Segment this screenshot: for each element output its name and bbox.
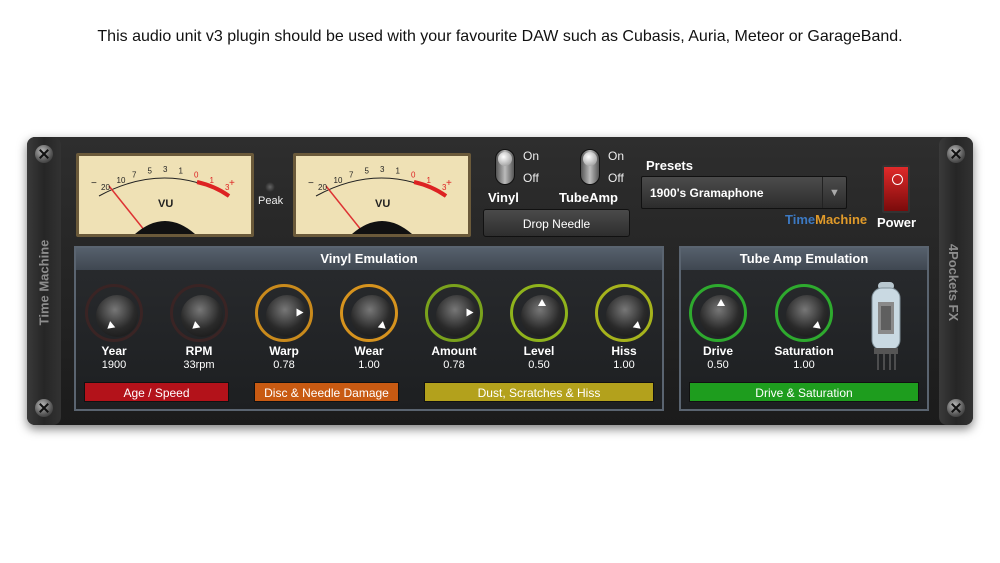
hiss-value: 1.00 (613, 359, 635, 371)
tubeamp-on-label: On (608, 149, 625, 163)
drive-saturation-group-label: Drive & Saturation (689, 382, 919, 402)
level-knob[interactable] (510, 284, 568, 342)
wear-label: Wear (354, 344, 384, 358)
power-label: Power (877, 215, 917, 230)
preset-selected-value: 1900's Gramaphone (650, 186, 764, 200)
rpm-value: 33rpm (183, 359, 215, 371)
level-value: 0.50 (528, 359, 550, 371)
vu-tick-label: 7 (349, 170, 354, 179)
plugin-panel: Time Machine 4Pockets FX 20 10 7 5 3 1 0 1 3 − +… (27, 137, 973, 425)
year-knob[interactable] (85, 284, 143, 342)
screw-icon (35, 145, 53, 163)
peak-label: Peak (258, 195, 284, 207)
vu-tick-label: 20 (318, 183, 327, 192)
vu-label: VU (375, 198, 391, 210)
tubeamp-toggle-switch[interactable] (580, 149, 600, 185)
vinyl-off-label: Off (523, 171, 539, 185)
tube-section-title: Tube Amp Emulation (681, 248, 927, 270)
left-rack-ear: Time Machine (27, 137, 61, 425)
warp-label: Warp (269, 344, 299, 358)
tubeamp-switch-label: TubeAmp (559, 190, 618, 205)
drive-knob[interactable] (689, 284, 747, 342)
presets-dropdown[interactable]: 1900's Gramaphone ▼ (641, 176, 847, 209)
vu-tick-label: 10 (117, 176, 126, 185)
vu-label: VU (158, 198, 174, 210)
saturation-label: Saturation (774, 344, 834, 358)
vu-tick-label: 3 (163, 165, 168, 174)
amount-label: Amount (431, 344, 477, 358)
vu-tick-label: 1 (427, 176, 432, 185)
vu-tick-label: 5 (365, 166, 370, 175)
vinyl-switch-label: Vinyl (488, 190, 519, 205)
vu-tick-label: 20 (101, 183, 110, 192)
vu-tick-label: 7 (132, 170, 137, 179)
year-label: Year (101, 344, 127, 358)
tubeamp-off-label: Off (608, 171, 624, 185)
hiss-knob[interactable] (595, 284, 653, 342)
vu-tick-label: 10 (334, 176, 343, 185)
amount-value: 0.78 (443, 359, 465, 371)
level-label: Level (523, 344, 555, 358)
right-rack-ear: 4Pockets FX (939, 137, 973, 425)
dust-scratches-group-label: Dust, Scratches & Hiss (424, 382, 654, 402)
vu-tick-label: 0 (411, 170, 416, 179)
vinyl-on-label: On (523, 149, 540, 163)
vendor-name-vertical: 4Pockets FX (946, 243, 962, 322)
saturation-knob[interactable] (775, 284, 833, 342)
power-switch[interactable] (882, 165, 910, 213)
hiss-label: Hiss (611, 344, 637, 358)
product-name-vertical: Time Machine (36, 239, 52, 326)
wear-value: 1.00 (358, 359, 380, 371)
vu-scale-right: 20107 5 3 1 013 (315, 165, 448, 234)
vu-tick-label: 3 (380, 165, 385, 174)
drive-label: Drive (702, 344, 734, 358)
vu-meter-right: 20 10 7 5 3 1 0 1 3 − + VU (293, 153, 471, 237)
saturation-value: 1.00 (793, 359, 815, 371)
caption-text: This audio unit v3 plugin should be used… (97, 28, 903, 45)
peak-led-icon (265, 182, 275, 192)
presets-label: Presets (646, 158, 693, 173)
screw-icon (947, 145, 965, 163)
vinyl-toggle-switch[interactable] (495, 149, 515, 185)
rpm-knob[interactable] (170, 284, 228, 342)
drop-needle-button[interactable]: Drop Needle (483, 209, 630, 237)
screw-icon (35, 399, 53, 417)
wear-knob[interactable] (340, 284, 398, 342)
warp-knob[interactable] (255, 284, 313, 342)
year-value: 1900 (101, 359, 127, 371)
rpm-label: RPM (185, 344, 213, 358)
vu-minus-label: − (91, 178, 97, 189)
vu-tick-label: 1 (210, 176, 215, 185)
vu-plus-label: + (446, 178, 452, 189)
vu-meter-left: 20 10 7 5 3 1 0 1 3 − + VU (76, 153, 254, 237)
vu-tick-label: 0 (194, 170, 199, 179)
vu-tick-label: 1 (396, 166, 401, 175)
vu-scale-left: 20107 5 3 1 013 (98, 165, 231, 234)
vu-minus-label: − (308, 178, 314, 189)
age-speed-group-label: Age / Speed (84, 382, 229, 402)
warp-value: 0.78 (273, 359, 295, 371)
vu-tick-label: 5 (148, 166, 153, 175)
vu-tick-label: 1 (179, 166, 184, 175)
time-machine-logo: TimeMachine (785, 212, 868, 227)
disc-needle-group-label: Disc & Needle Damage (254, 382, 399, 402)
screw-icon (947, 399, 965, 417)
chevron-down-icon[interactable]: ▼ (822, 177, 846, 208)
drive-value: 0.50 (707, 359, 729, 371)
amount-knob[interactable] (425, 284, 483, 342)
vacuum-tube-icon (871, 282, 901, 370)
vinyl-section-title: Vinyl Emulation (76, 248, 662, 270)
vu-plus-label: + (229, 178, 235, 189)
